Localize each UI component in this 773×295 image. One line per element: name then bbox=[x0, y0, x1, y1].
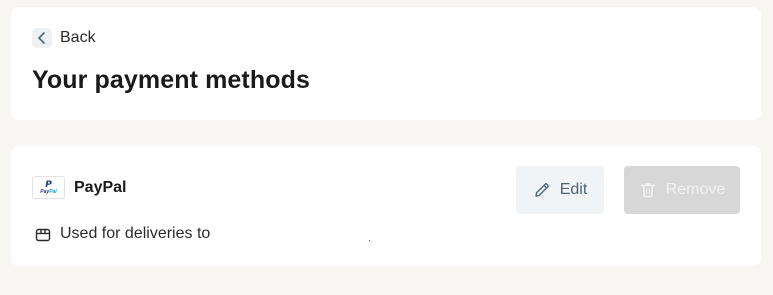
back-button[interactable]: Back bbox=[32, 28, 96, 48]
box-icon bbox=[35, 226, 51, 242]
payment-method-name: PayPal bbox=[74, 178, 127, 196]
remove-label: Remove bbox=[665, 181, 726, 198]
page-title: Your payment methods bbox=[32, 66, 310, 94]
back-label: Back bbox=[60, 29, 96, 46]
header-card: Back Your payment methods bbox=[11, 7, 761, 120]
pencil-icon bbox=[533, 181, 551, 199]
remove-button[interactable]: Remove bbox=[624, 166, 740, 214]
stray-dot bbox=[369, 240, 370, 241]
usage-text: Used for deliveries to bbox=[60, 225, 211, 242]
payment-method-usage: Used for deliveries to bbox=[35, 225, 210, 243]
edit-label: Edit bbox=[559, 181, 588, 198]
paypal-logo: P PayPal bbox=[32, 176, 65, 199]
payment-method-header: P PayPal PayPal bbox=[32, 176, 126, 199]
edit-button[interactable]: Edit bbox=[516, 166, 604, 214]
chevron-left-icon bbox=[32, 28, 52, 48]
payment-method-card: P PayPal PayPal Used for deliveries to E… bbox=[11, 146, 761, 266]
paypal-logo-text: PayPal bbox=[40, 188, 57, 195]
trash-icon bbox=[639, 181, 657, 199]
